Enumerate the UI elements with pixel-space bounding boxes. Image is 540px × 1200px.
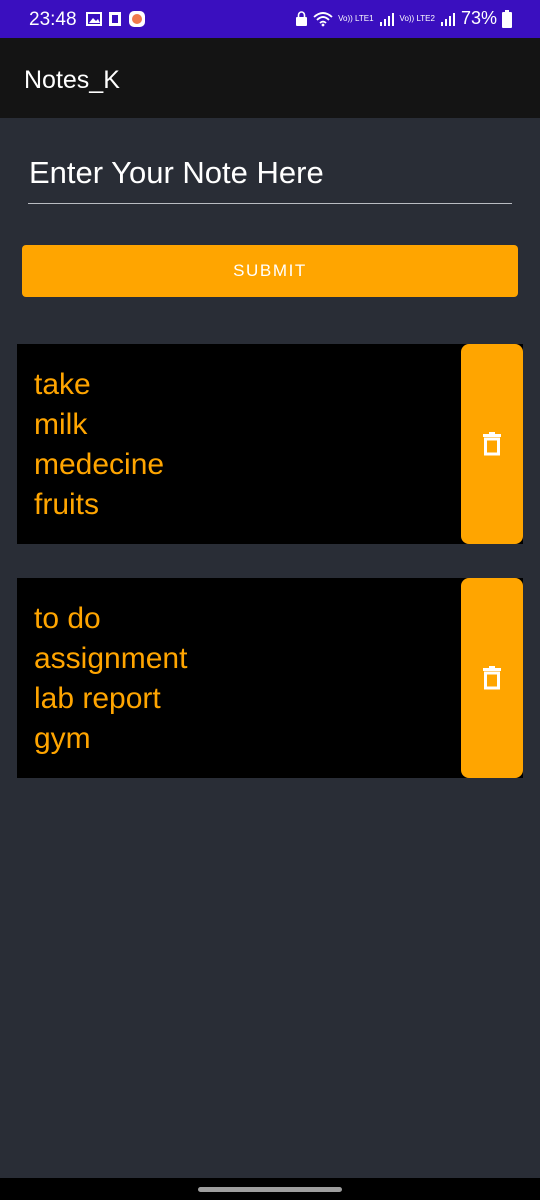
status-bar: 23:48 Vo)) LTE1 Vo)) LTE2 73% — [0, 0, 540, 38]
trash-icon — [483, 432, 501, 456]
home-gesture-handle[interactable] — [198, 1187, 342, 1192]
status-time: 23:48 — [29, 9, 77, 30]
signal-icon — [440, 12, 455, 26]
note-card: take milk medecine fruits — [17, 344, 523, 544]
app-bar: Notes_K — [0, 38, 540, 118]
note-input[interactable] — [28, 150, 512, 204]
note-card: to do assignment lab report gym — [17, 578, 523, 778]
signal-icon — [379, 12, 394, 26]
submit-button[interactable]: SUBMIT — [22, 245, 518, 297]
status-notification-icons — [86, 10, 146, 28]
status-system-icons: Vo)) LTE1 Vo)) LTE2 73% — [295, 8, 512, 29]
navigation-bar — [0, 1178, 540, 1200]
sim-icon — [109, 12, 121, 26]
trash-icon — [483, 666, 501, 690]
gallery-icon — [86, 12, 102, 26]
app-notification-icon — [129, 11, 145, 27]
battery-icon — [502, 9, 512, 28]
delete-note-button[interactable] — [461, 578, 523, 778]
app-title: Notes_K — [24, 66, 120, 94]
delete-note-button[interactable] — [461, 344, 523, 544]
note-text: take milk medecine fruits — [34, 368, 165, 521]
note-text: to do assignment lab report gym — [34, 602, 188, 755]
lock-icon — [296, 10, 308, 26]
sim1-network-label: Vo)) LTE1 — [338, 13, 374, 23]
battery-percentage: 73% — [460, 8, 497, 28]
wifi-icon — [313, 11, 333, 26]
sim2-network-label: Vo)) LTE2 — [399, 13, 435, 23]
